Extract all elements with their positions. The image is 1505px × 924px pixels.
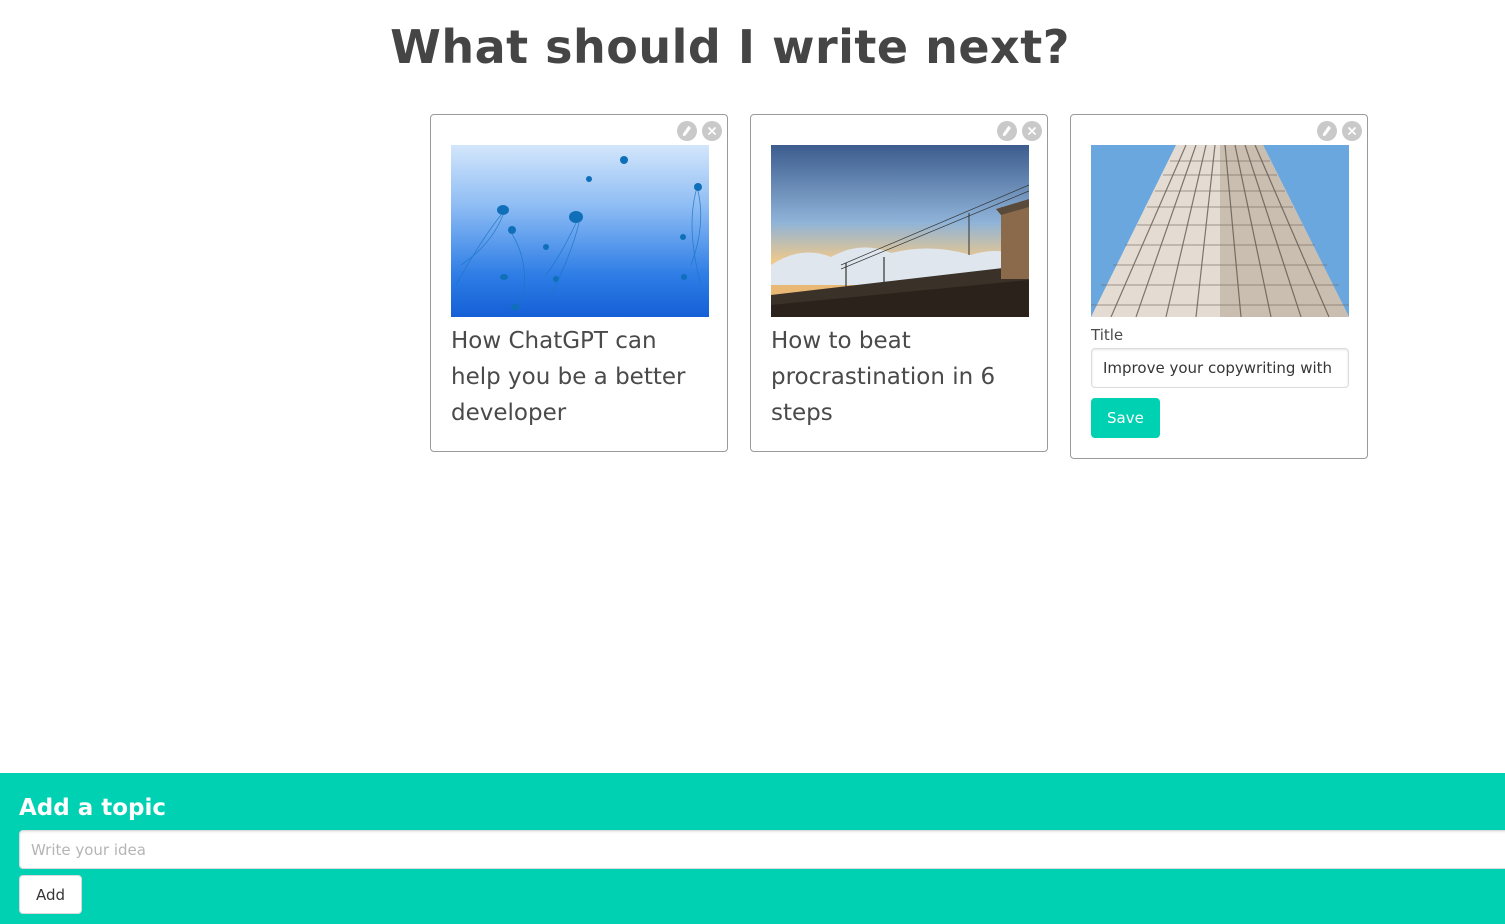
card-actions: [1317, 121, 1362, 141]
pencil-icon[interactable]: [997, 121, 1017, 141]
mountain-sunset-chairlift-photo: [771, 145, 1029, 317]
pencil-icon[interactable]: [1317, 121, 1337, 141]
jellyfish-photo: [451, 145, 709, 317]
card-title: How ChatGPT can help you be a better dev…: [451, 328, 686, 426]
idea-input[interactable]: [19, 830, 1505, 869]
topic-card: How ChatGPT can help you be a better dev…: [430, 114, 728, 452]
close-icon[interactable]: [1022, 121, 1042, 141]
pencil-icon[interactable]: [677, 121, 697, 141]
close-icon[interactable]: [702, 121, 722, 141]
add-button[interactable]: Add: [19, 875, 83, 914]
add-topic-panel: Add a topic Add: [0, 773, 1505, 924]
close-icon[interactable]: [1342, 121, 1362, 141]
save-button[interactable]: Save: [1091, 398, 1160, 438]
card-actions: [677, 121, 722, 141]
skyscraper-photo: [1091, 145, 1349, 317]
card-actions: [997, 121, 1042, 141]
topic-card: How to beat procrastination in 6 steps: [750, 114, 1048, 452]
topic-card-editing: Title Save: [1070, 114, 1368, 459]
page-title: What should I write next?: [390, 20, 1070, 74]
title-input[interactable]: [1091, 348, 1349, 388]
card-title: How to beat procrastination in 6 steps: [771, 328, 996, 426]
add-topic-heading: Add a topic: [19, 795, 167, 821]
title-field-label: Title: [1091, 326, 1124, 344]
